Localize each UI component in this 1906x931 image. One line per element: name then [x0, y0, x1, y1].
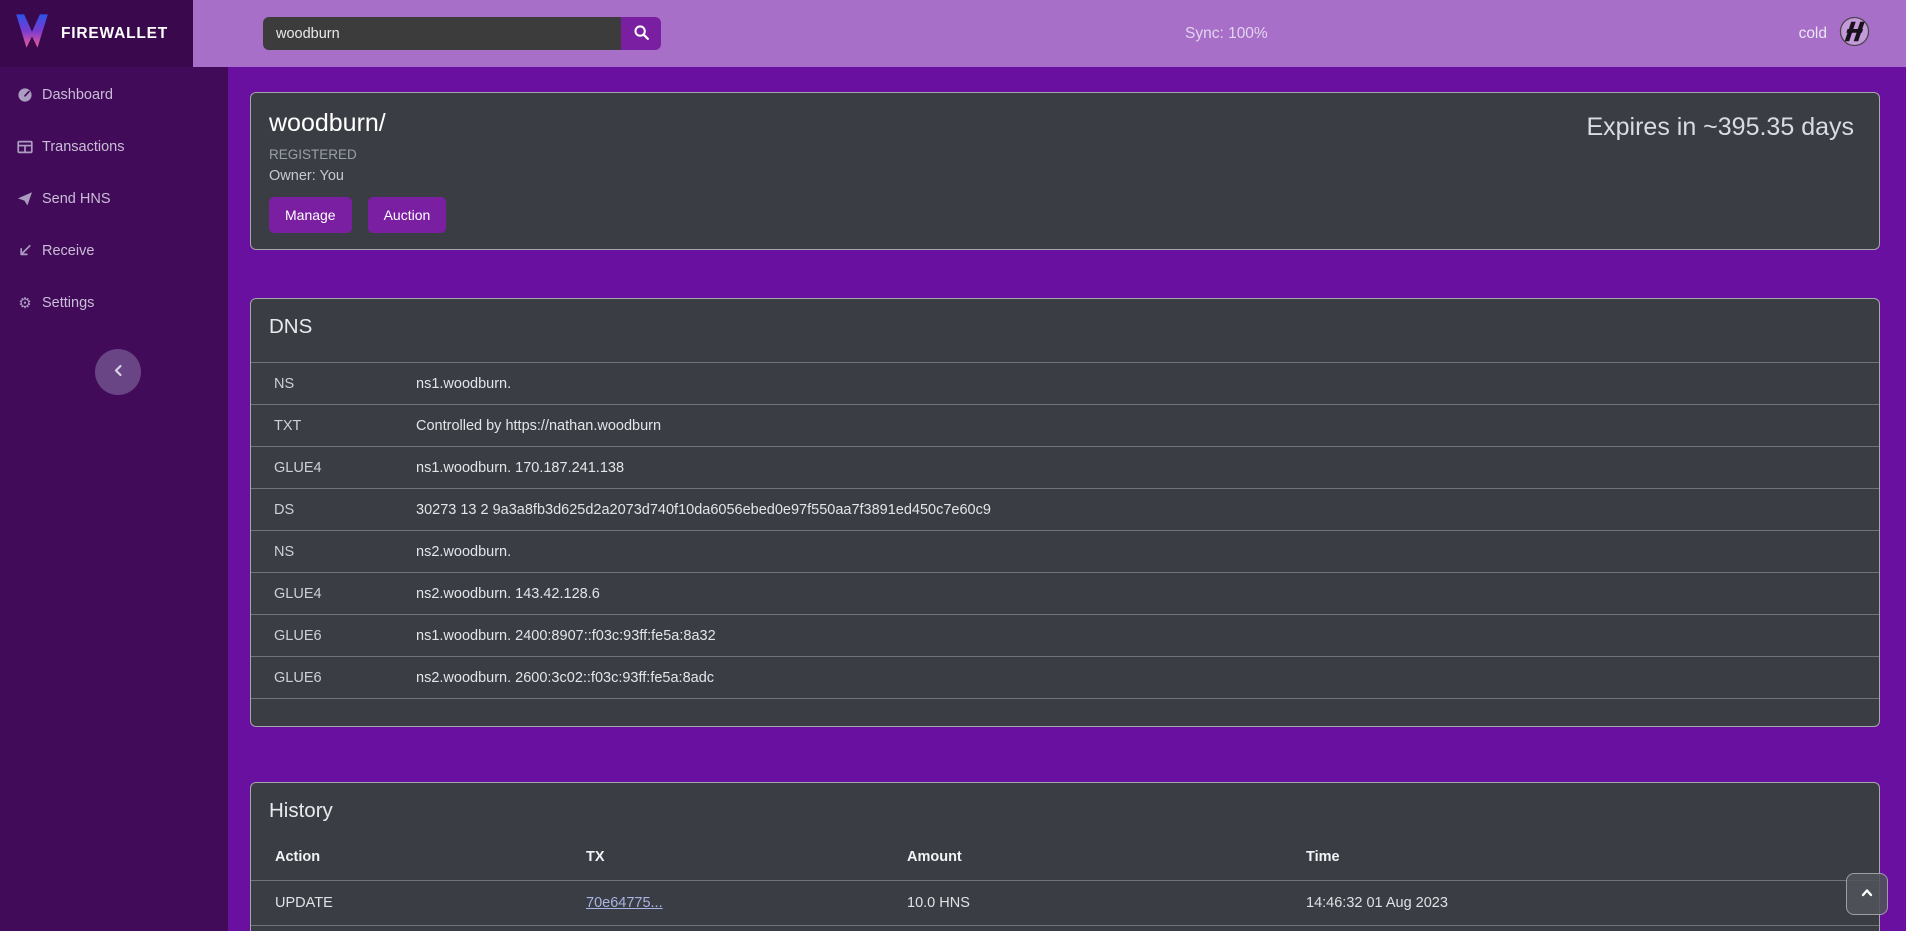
- dns-record-type: TXT: [274, 418, 416, 434]
- domain-status: REGISTERED: [269, 147, 1879, 162]
- dns-record-type: NS: [274, 544, 416, 560]
- tx-link[interactable]: 70e64775...: [586, 895, 663, 911]
- sidebar: Dashboard Transactions Send HNS Receive …: [0, 67, 228, 931]
- sidebar-collapse-button[interactable]: [95, 349, 141, 395]
- history-row: RENEW d7b64c... 10.0 HNS 15:47:36 05 Jul…: [251, 926, 1879, 931]
- domain-owner: Owner: You: [269, 168, 1879, 184]
- search-input[interactable]: [263, 17, 621, 50]
- manage-button[interactable]: Manage: [269, 197, 352, 233]
- dns-card: DNS NS ns1.woodburn. TXT Controlled by h…: [250, 298, 1880, 727]
- sidebar-item-label: Send HNS: [42, 191, 111, 207]
- dns-record-value: Controlled by https://nathan.woodburn: [416, 418, 661, 434]
- dns-record-row: GLUE4 ns2.woodburn. 143.42.128.6: [251, 572, 1879, 614]
- sidebar-item-label: Transactions: [42, 139, 124, 155]
- brand-block: FIREWALLET: [0, 0, 193, 67]
- sidebar-item-label: Dashboard: [42, 87, 113, 103]
- dns-record-type: GLUE6: [274, 670, 416, 686]
- search-bar: [263, 17, 661, 50]
- wallet-name-label: cold: [1799, 25, 1827, 43]
- dns-record-row: DS 30273 13 2 9a3a8fb3d625d2a2073d740f10…: [251, 488, 1879, 530]
- gauge-icon: [17, 87, 33, 103]
- dns-record-type: DS: [274, 502, 416, 518]
- arrow-down-left-icon: [17, 243, 33, 259]
- dns-table: NS ns1.woodburn. TXT Controlled by https…: [251, 362, 1879, 699]
- sidebar-item-label: Settings: [42, 295, 94, 311]
- history-col-tx: TX: [562, 843, 883, 881]
- dns-record-value: ns2.woodburn.: [416, 544, 511, 560]
- history-amount: 10.0 HNS: [883, 881, 1282, 926]
- brand-name: FIREWALLET: [61, 25, 168, 43]
- dns-record-type: NS: [274, 376, 416, 392]
- history-row: UPDATE 70e64775... 10.0 HNS 14:46:32 01 …: [251, 881, 1879, 926]
- scroll-to-top-button[interactable]: [1846, 873, 1888, 915]
- history-action: RENEW: [251, 926, 562, 931]
- chevron-left-icon: [111, 363, 126, 381]
- history-table: Action TX Amount Time UPDATE 70e64775...…: [251, 843, 1879, 931]
- sidebar-item-settings[interactable]: ⚙ Settings: [0, 277, 228, 329]
- history-card: History Action TX Amount Time UPDATE 70e…: [250, 782, 1880, 931]
- dns-record-value: ns1.woodburn.: [416, 376, 511, 392]
- main-content: woodburn/ REGISTERED Owner: You Manage A…: [228, 67, 1906, 931]
- sidebar-item-transactions[interactable]: Transactions: [0, 121, 228, 173]
- dns-record-type: GLUE4: [274, 460, 416, 476]
- history-action: UPDATE: [251, 881, 562, 926]
- dns-record-row: GLUE6 ns2.woodburn. 2600:3c02::f03c:93ff…: [251, 656, 1879, 698]
- domain-card: woodburn/ REGISTERED Owner: You Manage A…: [250, 92, 1880, 250]
- sidebar-item-receive[interactable]: Receive: [0, 225, 228, 277]
- table-icon: [17, 139, 33, 155]
- history-col-time: Time: [1282, 843, 1879, 881]
- sidebar-item-send-hns[interactable]: Send HNS: [0, 173, 228, 225]
- dns-record-value: ns2.woodburn. 2600:3c02::f03c:93ff:fe5a:…: [416, 670, 714, 686]
- dns-record-value: ns2.woodburn. 143.42.128.6: [416, 586, 600, 602]
- domain-expiry: Expires in ~395.35 days: [1586, 113, 1854, 142]
- history-amount: 10.0 HNS: [883, 926, 1282, 931]
- dns-record-row: TXT Controlled by https://nathan.woodbur…: [251, 404, 1879, 446]
- dns-record-row: GLUE6 ns1.woodburn. 2400:8907::f03c:93ff…: [251, 614, 1879, 656]
- auction-button[interactable]: Auction: [368, 197, 447, 233]
- gear-icon: ⚙: [17, 295, 33, 311]
- firewallet-logo-icon: [13, 12, 51, 55]
- history-time: 15:47:36 05 Jul 2023: [1282, 926, 1879, 931]
- handshake-logo-icon[interactable]: [1839, 16, 1870, 52]
- search-icon: [633, 24, 650, 44]
- sync-status: Sync: 100%: [1185, 0, 1268, 67]
- history-col-amount: Amount: [883, 843, 1282, 881]
- chevron-up-icon: [1859, 885, 1875, 904]
- dns-title: DNS: [269, 315, 1879, 339]
- sidebar-item-label: Receive: [42, 243, 94, 259]
- dns-record-value: 30273 13 2 9a3a8fb3d625d2a2073d740f10da6…: [416, 502, 991, 518]
- dns-record-value: ns1.woodburn. 170.187.241.138: [416, 460, 624, 476]
- dns-record-row: NS ns1.woodburn.: [251, 362, 1879, 404]
- sidebar-item-dashboard[interactable]: Dashboard: [0, 69, 228, 121]
- history-title: History: [269, 799, 1879, 823]
- dns-record-value: ns1.woodburn. 2400:8907::f03c:93ff:fe5a:…: [416, 628, 716, 644]
- dns-record-row: NS ns2.woodburn.: [251, 530, 1879, 572]
- history-time: 14:46:32 01 Aug 2023: [1282, 881, 1879, 926]
- dns-record-type: GLUE4: [274, 586, 416, 602]
- paper-plane-icon: [17, 191, 33, 207]
- dns-record-row: GLUE4 ns1.woodburn. 170.187.241.138: [251, 446, 1879, 488]
- dns-record-type: GLUE6: [274, 628, 416, 644]
- history-col-action: Action: [251, 843, 562, 881]
- search-button[interactable]: [621, 17, 661, 50]
- topbar: Sync: 100% cold: [193, 0, 1906, 67]
